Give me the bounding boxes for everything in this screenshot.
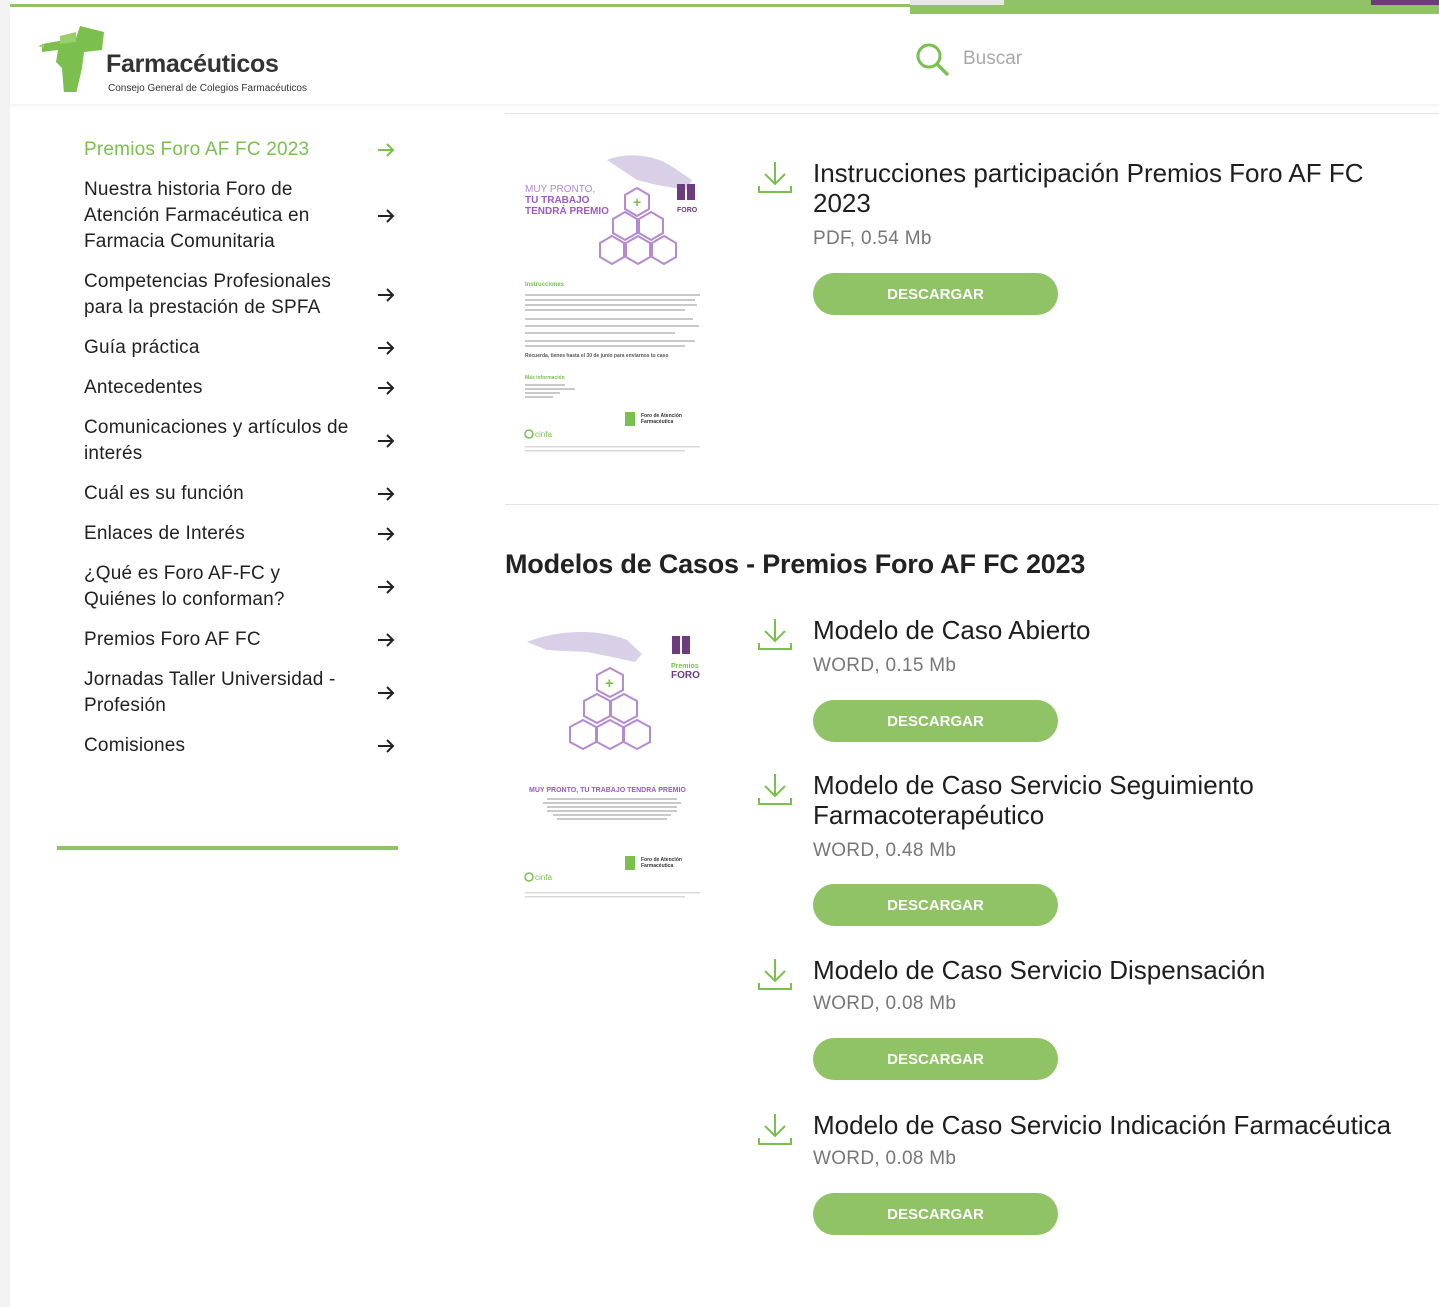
arrow-right-icon <box>378 527 395 541</box>
svg-text:+: + <box>633 194 641 210</box>
download-icon[interactable] <box>756 160 794 196</box>
thumb-headline: MUY PRONTO, TU TRABAJO TENDRÁ PREMIO <box>529 785 686 794</box>
sidebar-divider <box>57 846 398 850</box>
search-input[interactable] <box>963 44 1143 74</box>
download-file-info: PDF, 0.54 Mb <box>813 228 932 249</box>
site-logo[interactable]: Farmacéuticos Consejo General de Colegio… <box>36 22 316 94</box>
section-divider <box>505 504 1439 505</box>
arrow-right-icon <box>378 381 395 395</box>
download-item-caso-dispensacion: Modelo de Caso Servicio Dispensación WOR… <box>756 955 1406 1085</box>
download-title[interactable]: Modelo de Caso Servicio Indicación Farma… <box>813 1110 1403 1140</box>
arrow-right-icon <box>378 633 395 647</box>
download-item-caso-indicacion: Modelo de Caso Servicio Indicación Farma… <box>756 1110 1406 1240</box>
logo-subtitle: Consejo General de Colegios Farmacéutico… <box>108 83 307 94</box>
sidebar-item-label: Competencias Profesionales para la prest… <box>84 271 332 318</box>
sidebar-item-funcion[interactable]: Cuál es su función <box>84 478 396 510</box>
download-icon[interactable] <box>756 772 794 808</box>
download-button[interactable]: DESCARGAR <box>813 884 1058 926</box>
download-item-caso-seguimiento: Modelo de Caso Servicio Seguimiento Farm… <box>756 770 1406 930</box>
thumb-section-label: Instrucciones <box>525 282 565 288</box>
download-file-info: WORD, 0.48 Mb <box>813 840 957 861</box>
sidebar-item-que-es-foro[interactable]: ¿Qué es Foro AF-FC y Quiénes lo conforma… <box>84 558 396 616</box>
thumb-recuerda-text: Recuerda, tienes hasta el 30 de junio pa… <box>525 353 668 359</box>
thumb-org-line-2: Farmacéutica <box>641 419 673 425</box>
thumb-headline-1: MUY PRONTO, <box>525 184 595 195</box>
top-bar-gap <box>910 0 1004 5</box>
arrow-right-icon <box>378 487 395 501</box>
download-item-instructions: Instrucciones participación Premios Foro… <box>756 158 1406 318</box>
instructions-document-thumbnail[interactable]: MUY PRONTO, TU TRABAJO TENDRÁ PREMIO FOR… <box>517 150 707 460</box>
content-divider <box>505 113 1439 114</box>
search-icon[interactable] <box>915 42 949 76</box>
sidebar-item-nuestra-historia[interactable]: Nuestra historia Foro de Atención Farmac… <box>84 174 396 258</box>
sidebar-item-label: Guía práctica <box>84 337 200 358</box>
download-icon[interactable] <box>756 617 794 653</box>
sidebar-item-label: Antecedentes <box>84 377 203 398</box>
arrow-right-icon <box>378 434 395 448</box>
arrow-right-icon <box>378 739 395 753</box>
arrow-right-icon <box>378 288 395 302</box>
top-accent-bar <box>10 4 910 7</box>
top-bar-purple-tab <box>1371 0 1439 5</box>
download-title[interactable]: Modelo de Caso Abierto <box>813 615 1403 645</box>
sidebar-item-label: Premios Foro AF FC 2023 <box>84 139 310 160</box>
download-icon[interactable] <box>756 1112 794 1148</box>
models-section-title: Modelos de Casos - Premios Foro AF FC 20… <box>505 549 1086 579</box>
sidebar-item-competencias[interactable]: Competencias Profesionales para la prest… <box>84 266 396 324</box>
sidebar-item-comisiones[interactable]: Comisiones <box>84 730 396 762</box>
download-title[interactable]: Modelo de Caso Servicio Seguimiento Farm… <box>813 770 1403 830</box>
sidebar-item-jornadas[interactable]: Jornadas Taller Universidad - Profesión <box>84 664 396 722</box>
thumb-premios-label: Premios <box>671 663 699 670</box>
svg-text:+: + <box>605 675 614 692</box>
download-title[interactable]: Instrucciones participación Premios Foro… <box>813 158 1403 218</box>
thumb-org-line-2: Farmacéutica <box>641 863 673 869</box>
download-file-info: WORD, 0.15 Mb <box>813 655 957 676</box>
site-header: Farmacéuticos Consejo General de Colegio… <box>10 14 1439 104</box>
arrow-right-icon <box>378 686 395 700</box>
sidebar-item-label: Jornadas Taller Universidad - Profesión <box>84 669 336 716</box>
sidebar-item-label: Premios Foro AF FC <box>84 629 261 650</box>
thumb-headline-2: TU TRABAJO <box>525 195 590 206</box>
arrow-right-icon <box>378 209 395 223</box>
sidebar-item-enlaces[interactable]: Enlaces de Interés <box>84 518 396 550</box>
thumb-sponsor-logo: cinfa <box>535 873 552 882</box>
logo-title: Farmacéuticos <box>106 50 279 78</box>
thumb-foro-label: FORO <box>671 670 700 681</box>
download-button[interactable]: DESCARGAR <box>813 1193 1058 1235</box>
thumb-foro-label: FORO <box>677 207 698 214</box>
sidebar-item-guia-practica[interactable]: Guía práctica <box>84 332 396 364</box>
sidebar-item-label: Enlaces de Interés <box>84 523 245 544</box>
download-item-caso-abierto: Modelo de Caso Abierto WORD, 0.15 Mb DES… <box>756 615 1406 745</box>
sidebar-item-label: Comunicaciones y artículos de interés <box>84 417 349 464</box>
thumb-headline-3: TENDRÁ PREMIO <box>525 204 609 217</box>
sidebar-item-antecedentes[interactable]: Antecedentes <box>84 372 396 404</box>
thumb-mas-info: Más información <box>525 375 565 381</box>
download-file-info: WORD, 0.08 Mb <box>813 1148 957 1169</box>
sidebar-item-premios-foro[interactable]: Premios Foro AF FC <box>84 624 396 656</box>
models-document-thumbnail[interactable]: Premios FORO + MUY PRONTO, TU TRABAJO TE… <box>517 620 707 905</box>
logo-cross-icon <box>38 26 104 92</box>
download-file-info: WORD, 0.08 Mb <box>813 993 957 1014</box>
download-icon[interactable] <box>756 957 794 993</box>
download-button[interactable]: DESCARGAR <box>813 273 1058 315</box>
sidebar-item-premios-foro-2023[interactable]: Premios Foro AF FC 2023 <box>84 134 396 166</box>
download-button[interactable]: DESCARGAR <box>813 1038 1058 1080</box>
sidebar-item-label: ¿Qué es Foro AF-FC y Quiénes lo conforma… <box>84 563 285 610</box>
download-button[interactable]: DESCARGAR <box>813 700 1058 742</box>
sidebar-item-label: Cuál es su función <box>84 483 244 504</box>
arrow-right-icon <box>378 341 395 355</box>
sidebar-item-label: Nuestra historia Foro de Atención Farmac… <box>84 179 310 252</box>
arrow-right-icon <box>378 580 395 594</box>
thumb-sponsor-logo: cinfa <box>535 430 552 439</box>
sidebar-nav: Premios Foro AF FC 2023 Nuestra historia… <box>84 134 396 770</box>
download-title[interactable]: Modelo de Caso Servicio Dispensación <box>813 955 1403 985</box>
arrow-right-icon <box>378 143 395 157</box>
sidebar-item-label: Comisiones <box>84 735 186 756</box>
sidebar-item-comunicaciones[interactable]: Comunicaciones y artículos de interés <box>84 412 396 470</box>
search-bar <box>915 42 1155 78</box>
